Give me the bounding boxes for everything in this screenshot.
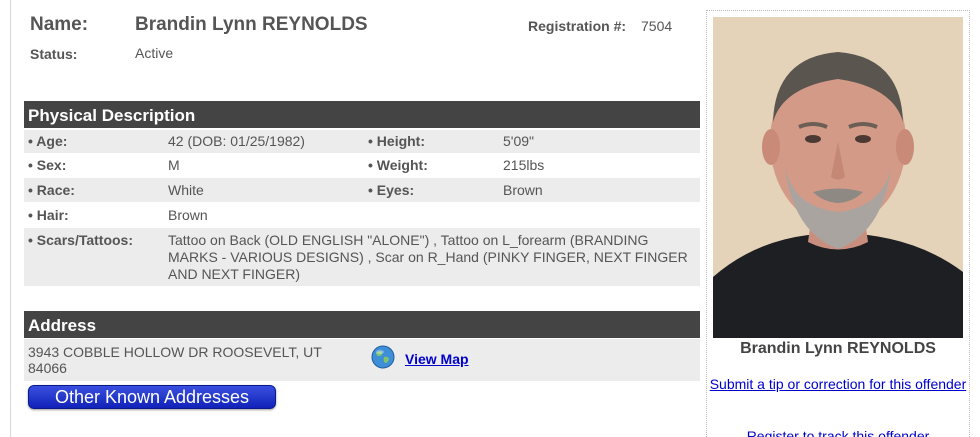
physical-row-sex-weight: • Sex: M • Weight: 215lbs	[28, 157, 545, 173]
hair-value: Brown	[168, 207, 208, 223]
offender-name: Brandin Lynn REYNOLDS	[135, 14, 368, 35]
name-label: Name:	[30, 14, 89, 35]
left-border	[10, 0, 11, 437]
weight-label: Weight:	[376, 157, 428, 173]
physical-row-hair: • Hair: Brown	[28, 207, 208, 223]
registration-number: 7504	[641, 18, 673, 34]
age-label: Age:	[36, 133, 68, 149]
globe-icon[interactable]	[370, 344, 396, 370]
physical-description-header: Physical Description	[24, 101, 700, 128]
eyes-label: Eyes:	[376, 182, 415, 198]
sex-value: M	[168, 157, 180, 173]
scars-label: Scars/Tattoos:	[36, 232, 134, 248]
status-label: Status:	[30, 46, 78, 62]
registration-label: Registration #:	[528, 18, 627, 34]
register-track-link[interactable]: Register to track this offender	[706, 428, 970, 437]
physical-row-race-eyes: • Race: White • Eyes: Brown	[24, 178, 700, 202]
height-value: 5'09"	[503, 133, 535, 149]
offender-photo	[713, 17, 963, 338]
height-label: Height:	[376, 133, 426, 149]
address-header: Address	[24, 311, 700, 338]
race-label: Race:	[36, 182, 75, 198]
submit-tip-link[interactable]: Submit a tip or correction for this offe…	[706, 376, 970, 393]
scars-value: Tattoo on Back (OLD ENGLISH "ALONE") , T…	[168, 232, 688, 282]
race-value: White	[168, 182, 204, 198]
view-map-link[interactable]: View Map	[405, 351, 469, 367]
photo-caption: Brandin Lynn REYNOLDS	[740, 340, 936, 357]
hair-label: Hair:	[36, 207, 69, 223]
other-known-addresses-button[interactable]: Other Known Addresses	[28, 385, 276, 409]
address-row: 3943 COBBLE HOLLOW DR ROOSEVELT, UT 8406…	[24, 339, 700, 381]
physical-row-scars: • Scars/Tattoos: Tattoo on Back (OLD ENG…	[24, 228, 700, 286]
status-value: Active	[135, 45, 174, 61]
address-text: 3943 COBBLE HOLLOW DR ROOSEVELT, UT 8406…	[28, 344, 322, 376]
physical-row-age-height: • Age: 42 (DOB: 01/25/1982) • Height: 5'…	[24, 130, 700, 153]
sex-label: Sex:	[36, 157, 67, 173]
age-value: 42 (DOB: 01/25/1982)	[168, 133, 305, 149]
weight-value: 215lbs	[503, 157, 545, 173]
eyes-value: Brown	[503, 182, 543, 198]
